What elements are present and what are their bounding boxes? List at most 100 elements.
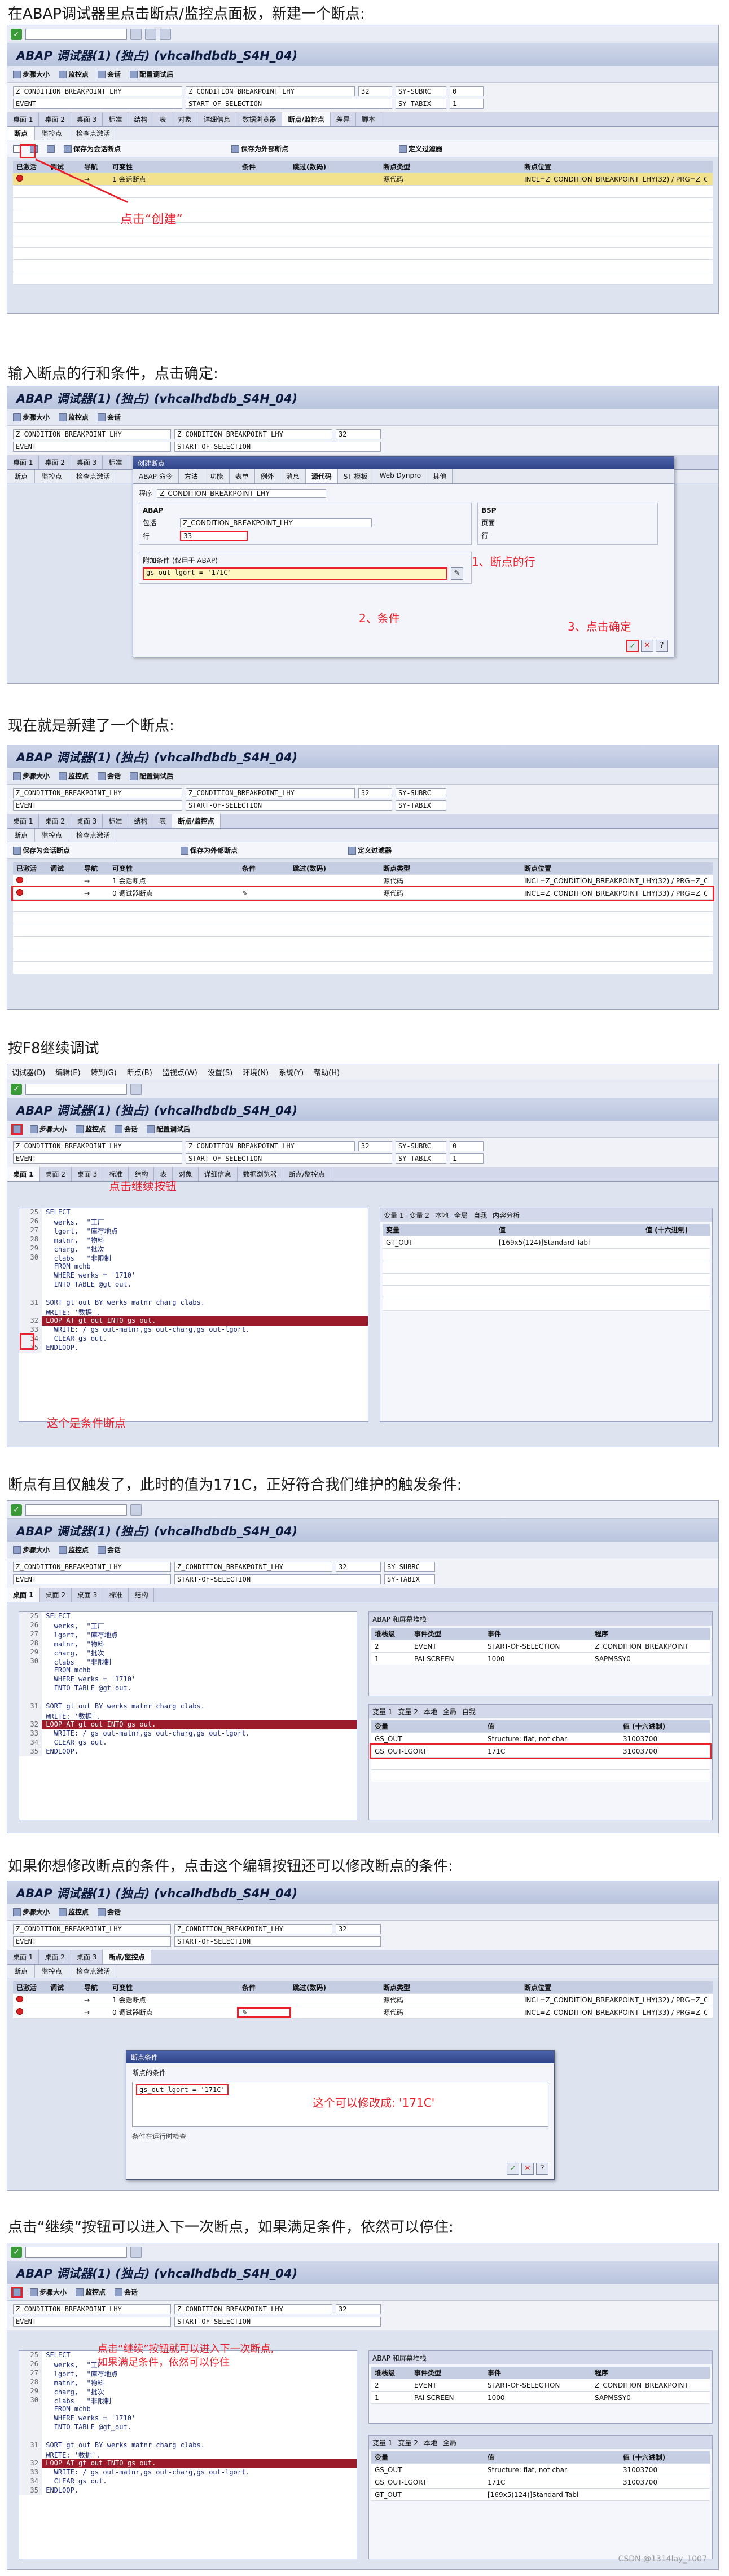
tab-content-analysis[interactable]: 内容分析 — [493, 1210, 520, 1220]
tab-var1[interactable]: 变量 1 — [372, 2438, 392, 2447]
save-icon[interactable] — [130, 2246, 142, 2258]
line-number[interactable] — [19, 2432, 42, 2441]
tab-function[interactable]: 功能 — [204, 469, 230, 483]
line-number[interactable]: 26 — [19, 1217, 42, 1226]
table-row[interactable]: GS_OUT Structure: flat, not char 31003700 — [371, 2464, 710, 2476]
session-button[interactable]: 会话 — [115, 1124, 138, 1134]
line-number[interactable] — [19, 2405, 42, 2414]
table-row[interactable]: 1 PAI SCREEN 1000 SAPMSSY0 — [371, 1653, 710, 1665]
program-input[interactable]: Z_CONDITION_BREAKPOINT_LHY — [157, 488, 327, 498]
watchpoint-button[interactable]: 监控点 — [59, 1545, 89, 1555]
tab-desktop3[interactable]: 桌面 3 — [72, 1167, 104, 1181]
table-row[interactable]: → 1 会话断点 源代码 INCL=Z_CONDITION_BREAKPOINT_LH… — [13, 173, 713, 186]
edit-condition-icon[interactable]: ✎ — [237, 2006, 291, 2018]
tab-standard[interactable]: 标准 — [103, 1588, 129, 1602]
tab-desktop2[interactable]: 桌面 2 — [39, 455, 71, 469]
subtab-checkpoints[interactable]: 检查点激活 — [69, 1965, 118, 1978]
line-number[interactable]: 35 — [19, 2486, 42, 2495]
tab-desktop2[interactable]: 桌面 2 — [39, 814, 71, 828]
tab-structure[interactable]: 结构 — [129, 1588, 155, 1602]
tab-local[interactable]: 本地 — [424, 2438, 437, 2447]
help-button[interactable]: ? — [536, 2163, 548, 2175]
tab-exception[interactable]: 例外 — [255, 469, 280, 483]
tab-desktop2[interactable]: 桌面 2 — [39, 1950, 71, 1964]
tab-desktop2[interactable]: 桌面 2 — [39, 112, 71, 126]
watchpoint-button[interactable]: 监控点 — [59, 1907, 89, 1917]
tab-standard[interactable]: 标准 — [103, 455, 129, 469]
watchpoint-button[interactable]: 监控点 — [59, 69, 89, 79]
watchpoint-button[interactable]: 监控点 — [76, 2287, 106, 2297]
save-external-bp-button[interactable]: 保存为外部断点 — [181, 846, 238, 855]
table-row[interactable]: 2 EVENT START-OF-SELECTION Z_CONDITION_BREA… — [371, 1640, 710, 1653]
tab-var2[interactable]: 变量 2 — [409, 1210, 429, 1220]
save-icon[interactable] — [130, 28, 142, 40]
exit-icon[interactable] — [160, 28, 171, 40]
line-number[interactable] — [19, 1271, 42, 1280]
config-button[interactable]: 配置调试后 — [147, 1124, 190, 1134]
subtab-watchpoints[interactable]: 监控点 — [35, 470, 70, 483]
subtab-breakpoints[interactable]: 断点 — [7, 470, 36, 483]
table-row[interactable]: → 1 会话断点 源代码 INCL=Z_CONDITION_BREAKPOINT_LH… — [13, 875, 713, 887]
tab-breakpoints[interactable]: 断点/监控点 — [283, 1167, 331, 1181]
line-number[interactable] — [19, 1693, 42, 1702]
session-button[interactable]: 会话 — [98, 1907, 121, 1917]
subtab-breakpoints[interactable]: 断点 — [7, 829, 36, 842]
command-field[interactable] — [25, 1504, 127, 1516]
line-number[interactable]: 30 — [19, 2396, 42, 2405]
tab-details[interactable]: 详细信息 — [199, 1167, 238, 1181]
watchpoint-button[interactable]: 监控点 — [59, 412, 89, 422]
table-row[interactable]: → 0 调试器断点 ✎ 源代码 INCL=Z_CONDITION_BREAKPOINT_… — [11, 886, 714, 901]
include-input[interactable]: Z_CONDITION_BREAKPOINT_LHY — [180, 518, 372, 527]
tab-desktop1[interactable]: 桌面 1 — [7, 1167, 40, 1181]
line-number[interactable] — [19, 2423, 42, 2432]
line-number[interactable] — [19, 1675, 42, 1684]
check-icon[interactable]: ✓ — [11, 28, 22, 40]
tab-local[interactable]: 本地 — [435, 1210, 449, 1220]
command-field[interactable] — [25, 28, 127, 40]
line-number[interactable]: 34 — [19, 2477, 42, 2486]
line-number[interactable]: 27 — [19, 1630, 42, 1639]
tab-script[interactable]: 脚本 — [356, 112, 381, 126]
step-size-button[interactable]: 步骤大小 — [13, 1545, 50, 1555]
save-external-bp-button[interactable]: 保存为外部断点 — [231, 144, 288, 153]
tab-var1[interactable]: 变量 1 — [372, 1707, 392, 1716]
subtab-breakpoints[interactable]: 断点 — [7, 1965, 36, 1978]
line-number[interactable]: 28 — [19, 1639, 42, 1648]
tab-desktop1[interactable]: 桌面 1 — [7, 112, 39, 126]
tab-global[interactable]: 全局 — [454, 1210, 468, 1220]
edit-button[interactable] — [47, 144, 55, 153]
source-code-editor[interactable]: 25 SELECT 26 werks, "工厂 27 lgort, "库存地点 28 … — [19, 1208, 368, 1422]
config-button[interactable]: 配置调试后 — [130, 69, 173, 79]
table-row[interactable]: GS_OUT-LGORT 171C 31003700 — [370, 1743, 712, 1759]
step-size-button[interactable]: 步骤大小 — [13, 412, 50, 422]
tab-desktop3[interactable]: 桌面 3 — [71, 455, 103, 469]
save-session-bp-button[interactable]: 保存为会话断点 — [13, 846, 70, 855]
define-filter-button[interactable]: 定义过滤器 — [348, 846, 392, 855]
line-number[interactable] — [19, 1684, 42, 1693]
line-number[interactable] — [19, 1666, 42, 1675]
tab-var2[interactable]: 变量 2 — [398, 2438, 418, 2447]
line-number[interactable]: 32 — [19, 1316, 42, 1326]
save-session-bp-button[interactable]: 保存为会话断点 — [64, 144, 121, 153]
watchpoint-button[interactable]: 监控点 — [59, 771, 89, 781]
tab-desktop3[interactable]: 桌面 3 — [71, 1950, 103, 1964]
tab-st-template[interactable]: ST 模板 — [338, 469, 374, 483]
tab-structure[interactable]: 结构 — [128, 814, 154, 828]
tab-diff[interactable]: 差异 — [331, 112, 356, 126]
watchpoint-button[interactable]: 监控点 — [76, 1124, 106, 1134]
tab-desktop3[interactable]: 桌面 3 — [72, 1588, 104, 1602]
step-size-button[interactable]: 步骤大小 — [13, 69, 50, 79]
step-size-button[interactable]: 步骤大小 — [13, 771, 50, 781]
config-button[interactable]: 配置调试后 — [130, 771, 173, 781]
line-number[interactable]: 25 — [19, 1612, 42, 1621]
table-row[interactable]: GT_OUT [169x5(124)]Standard Tabl — [371, 2489, 710, 2501]
tab-other[interactable]: 其他 — [427, 469, 453, 483]
line-number[interactable] — [19, 1262, 42, 1271]
table-row[interactable]: GS_OUT Structure: flat, not char 31003700 — [371, 1733, 710, 1745]
line-number[interactable]: 30 — [19, 1253, 42, 1262]
tab-local[interactable]: 本地 — [424, 1707, 437, 1716]
tab-object[interactable]: 对象 — [172, 112, 198, 126]
condition-input[interactable]: gs_out-lgort = '171C' — [143, 567, 447, 580]
tab-web-dynpro[interactable]: Web Dynpro — [374, 469, 428, 483]
table-row[interactable]: → 1 会话断点 源代码 INCL=Z_CONDITION_BREAKPOINT_LH… — [13, 1994, 713, 2006]
